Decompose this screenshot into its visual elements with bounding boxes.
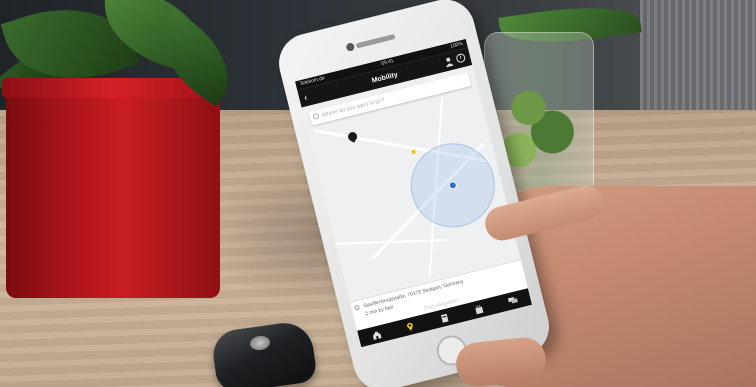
home-icon <box>372 330 382 340</box>
tab-documents[interactable] <box>439 312 451 324</box>
bag-icon <box>474 304 484 314</box>
camera-icon <box>345 42 356 52</box>
back-arrow-icon[interactable]: ‹ <box>303 92 308 102</box>
tab-shop[interactable] <box>473 303 485 315</box>
tab-home[interactable] <box>370 329 382 341</box>
page-title: Mobility <box>371 71 399 85</box>
document-icon <box>440 313 449 323</box>
search-icon <box>312 112 320 120</box>
photo-scene: Telekom.de 09:41 100% ‹ Mobility i Where… <box>0 0 756 387</box>
location-pin-icon <box>354 304 361 311</box>
vehicle-marker-icon[interactable] <box>411 149 416 155</box>
map-pin-icon[interactable] <box>346 130 359 143</box>
search-placeholder: Where do you want to go? <box>321 97 386 119</box>
tab-map[interactable] <box>404 320 416 332</box>
account-icon[interactable] <box>444 56 454 68</box>
chat-icon <box>507 296 518 304</box>
tab-messages[interactable] <box>507 295 519 307</box>
info-icon[interactable]: i <box>455 52 467 64</box>
red-plant-pot <box>6 84 220 298</box>
phone-speaker <box>355 33 396 49</box>
map-pin-icon <box>407 322 414 331</box>
